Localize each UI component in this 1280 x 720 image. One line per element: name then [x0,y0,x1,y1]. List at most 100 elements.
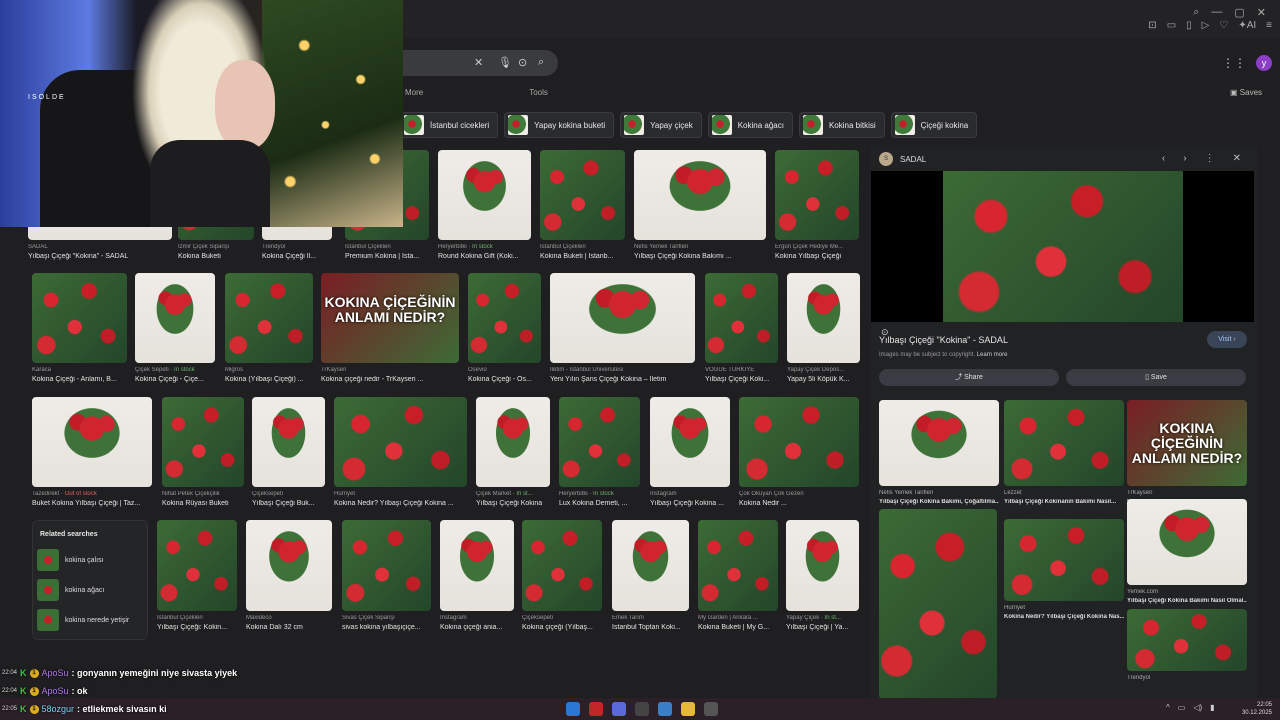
result-thumbnail[interactable] [438,150,531,240]
result-title[interactable]: Lux Kokina Demeti, ... [559,500,640,507]
more-menu[interactable]: More [405,88,423,97]
prev-icon[interactable]: ‹ [1162,153,1165,164]
result-title[interactable]: Kokina Buketi [178,253,254,260]
close-icon[interactable]: ✕ [1233,153,1241,164]
result-title[interactable]: Yılbaşı Çiçeği "Kokina" - SADAL [28,253,172,260]
result-title[interactable]: Kokina çiçeği nedir - TrKayseri ... [321,376,459,383]
visit-button[interactable]: Visit › [1207,331,1247,348]
result-title[interactable]: Kokina Nedir? Yılbaşı Çiçeği Kokina ... [334,500,467,507]
menu-icon[interactable]: ≡ [1266,20,1272,31]
image-result[interactable]: Hürriyet Kokina Nedir? Yılbaşı Çiçeği Kok… [334,397,467,513]
result-thumbnail[interactable] [334,397,467,487]
save-button[interactable]: ▯ Save [1066,369,1246,386]
chip[interactable]: Yapay kokina buketi [504,112,615,138]
result-title[interactable]: İstanbul Toptan Koki... [612,624,689,631]
speaker-icon[interactable]: ◁) [1193,703,1202,712]
result-title[interactable]: Kokina Nedir ... [739,500,859,507]
result-thumbnail[interactable] [157,520,237,611]
image-result[interactable]: Osevio Kokina Çiçeği - Os... [468,273,541,389]
result-thumbnail[interactable] [135,273,215,363]
panel-related-image[interactable]: Trendyol [1127,609,1247,689]
image-result[interactable]: Karaca Kokina Çiçeği - Anlamı, B... [32,273,127,389]
minimize-icon[interactable]: — [1211,6,1222,19]
related-thumbnail[interactable] [879,509,997,699]
preview-image[interactable]: ⊙ [871,171,1254,337]
related-search-item[interactable]: kokina ağacı [37,579,104,601]
related-thumbnail[interactable]: KOKINA ÇİÇEĞİNİN ANLAMI NEDİR? [1127,400,1247,486]
result-title[interactable]: Kokina Rüyası Buketi [162,500,244,507]
microphone-icon[interactable]: 🎙 [498,56,512,69]
image-result[interactable]: Çiçeksepeti Yılbaşı Çiçeği Buk... [252,397,325,513]
panel-related-image[interactable]: Yemek.com Yılbaşı Çiçeği Kokina Bakımı Na… [1127,499,1247,609]
image-result[interactable]: Yapay Çiçek Depos... Yapay 5li Köpük K... [787,273,860,389]
result-thumbnail[interactable] [550,273,695,363]
result-thumbnail[interactable] [698,520,778,611]
close-icon[interactable]: ✕ [1257,6,1266,19]
image-result[interactable]: İstanbul Çiçekleri Kokina Buketi | İstanb… [540,150,625,266]
image-result[interactable]: Nihat Petek Çiçekçilik Kokina Rüyası Buke… [162,397,244,513]
more-options-icon[interactable]: ⋮ [1205,153,1215,164]
result-thumbnail[interactable] [476,397,550,487]
image-result[interactable]: Instagram Kokina çiçeği ania... [440,520,514,637]
tools-menu[interactable]: Tools [529,88,548,97]
clear-icon[interactable]: ✕ [474,56,483,69]
result-thumbnail[interactable] [225,273,313,363]
clock[interactable]: 22:05 30.12.2025 [1236,701,1272,717]
related-title[interactable]: Yılbaşı Çiçeği Kokina Bakımı, Çoğaltılma… [879,499,999,505]
image-result[interactable]: My Garden | Ankara ... Kokina Buketi | My… [698,520,778,637]
obs-icon[interactable] [635,702,649,716]
result-title[interactable]: Kokina Dalı 32 cm [246,624,332,631]
battery-icon[interactable]: ▮ [1210,703,1214,712]
result-title[interactable]: Kokina Buketi | İstanb... [540,253,625,260]
result-thumbnail[interactable] [440,520,514,611]
image-result[interactable]: Heryerbitki · In stock Lux Kokina Demeti,… [559,397,640,513]
search-icon[interactable]: ⌕ [1193,6,1199,19]
result-thumbnail[interactable] [252,397,325,487]
result-title[interactable]: Yılbaşı Çiçeği Koki... [705,376,778,383]
related-title[interactable]: Yılbaşı Çiçeği Kokina Bakımı Nasıl Olmal… [1127,598,1247,604]
discord-icon[interactable] [612,702,626,716]
result-thumbnail[interactable] [246,520,332,611]
network-icon[interactable]: ▭ [1178,703,1186,712]
search-input[interactable]: ✕ 🎙 ⊙ ⌕ [380,50,558,76]
result-title[interactable]: Kokina Çiçeği - Anlamı, B... [32,376,127,383]
image-result[interactable]: Maxideco Kokina Dalı 32 cm [246,520,332,637]
lens-icon[interactable]: ⊙ [518,56,527,69]
related-search-item[interactable]: kokina çalısı [37,549,104,571]
image-result[interactable]: Heryerbitki · In stock Round Kokina Gift … [438,150,531,266]
related-thumbnail[interactable] [1004,400,1124,486]
result-thumbnail[interactable] [162,397,244,487]
result-title[interactable]: Premium Kokina | İsta... [345,253,429,260]
ai-icon[interactable]: ✦AI [1238,20,1256,31]
result-thumbnail[interactable] [559,397,640,487]
image-result[interactable]: İletim - İstanbul Üniversitesi Yeni Yılın… [550,273,695,389]
result-title[interactable]: Yılbaşı Çiçeği Kokina [476,500,550,507]
image-result[interactable]: Instagram Yılbaşı Çiçeği Kokina ... [650,397,730,513]
result-thumbnail[interactable] [522,520,602,611]
result-title[interactable]: Yılbaşı Çiçeği: Kokin... [157,624,237,631]
chip[interactable]: Kokina ağacı [707,112,793,138]
extension-icon[interactable]: ⊡ [1148,20,1156,31]
image-result[interactable]: Tazedirekt · Out of stock Buket Kokina Yı… [32,397,152,513]
tab-icon[interactable]: ▭ [1167,20,1176,31]
bookmark-icon[interactable]: ▯ [1186,20,1192,31]
settings-icon[interactable] [704,702,718,716]
related-search-item[interactable]: kokina nerede yetişir [37,609,129,631]
opera-icon[interactable] [589,702,603,716]
panel-related-image[interactable] [879,509,997,720]
image-result[interactable]: Çiçek Market · In st... Yılbaşı Çiçeği Ko… [476,397,550,513]
result-thumbnail[interactable] [786,520,859,611]
apps-grid-icon[interactable]: ⋮⋮ [1222,56,1246,70]
result-thumbnail[interactable] [32,273,127,363]
image-result[interactable]: Çiçek Sepeti · In stock Kokina Çiçeği - Ç… [135,273,215,389]
result-title[interactable]: Yılbaşı Çiçeği Buk... [252,500,325,507]
folder-icon[interactable] [681,702,695,716]
result-title[interactable]: Yılbaşı Çiçeği Kokina ... [650,500,730,507]
result-thumbnail[interactable] [705,273,778,363]
result-thumbnail[interactable] [634,150,766,240]
image-result[interactable]: Ergün Çiçek Hediye Me... Kokina Yılbaşı Ç… [775,150,859,266]
result-thumbnail[interactable] [775,150,859,240]
result-thumbnail[interactable] [739,397,859,487]
related-thumbnail[interactable] [1127,609,1247,671]
next-icon[interactable]: › [1183,153,1186,164]
